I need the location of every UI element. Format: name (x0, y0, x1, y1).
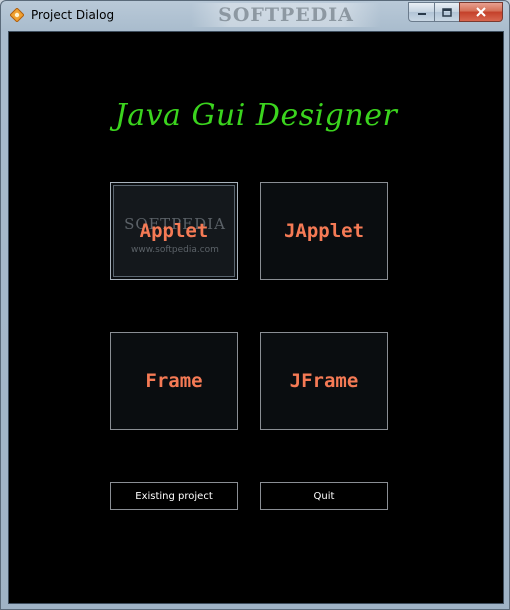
java-app-icon (10, 8, 24, 22)
quit-button[interactable]: Quit (260, 482, 388, 510)
softpedia-watermark: SOFTPEDIA (191, 3, 381, 27)
frame-button[interactable]: Frame (110, 332, 238, 430)
applet-button-label: Applet (139, 220, 209, 242)
dialog-content: Java Gui Designer SOFTPEDIA www.softpedi… (8, 31, 504, 604)
softpedia-watermark-url: www.softpedia.com (131, 245, 219, 255)
window-title: Project Dialog (31, 8, 115, 22)
japplet-button-label: JApplet (283, 220, 365, 242)
jframe-button-label: JFrame (289, 370, 359, 392)
close-button[interactable] (459, 2, 503, 22)
maximize-icon (442, 7, 452, 17)
close-icon (476, 7, 486, 17)
minimize-icon (417, 13, 426, 15)
existing-project-button[interactable]: Existing project (110, 482, 238, 510)
window-controls (408, 2, 503, 22)
app-heading: Java Gui Designer (114, 98, 398, 133)
frame-button-label: Frame (145, 370, 203, 392)
minimize-button[interactable] (408, 2, 434, 22)
maximize-button[interactable] (434, 2, 459, 22)
title-bar[interactable]: Project Dialog SOFTPEDIA (1, 1, 509, 31)
japplet-button[interactable]: JApplet (260, 182, 388, 280)
project-dialog-window: Project Dialog SOFTPEDIA Java Gui Design… (0, 0, 510, 610)
jframe-button[interactable]: JFrame (260, 332, 388, 430)
applet-button[interactable]: SOFTPEDIA www.softpedia.com Applet (110, 182, 238, 280)
